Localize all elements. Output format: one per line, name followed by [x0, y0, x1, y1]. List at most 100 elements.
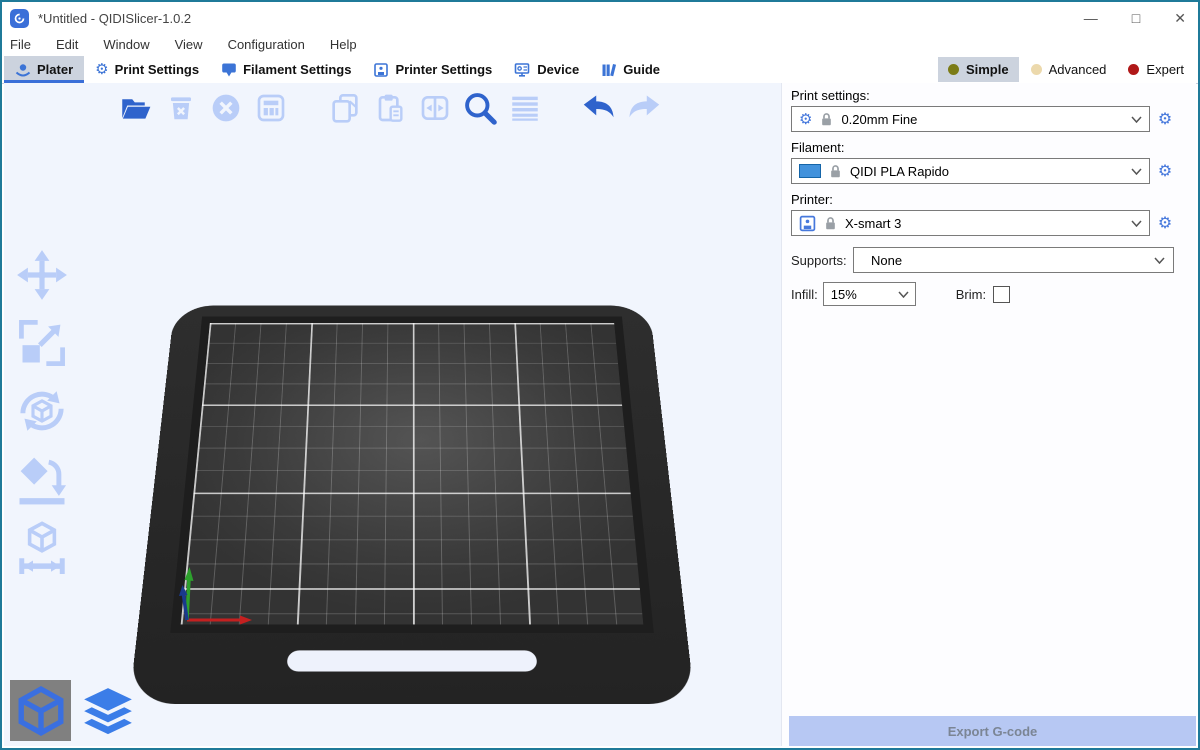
infill-label: Infill:: [791, 287, 818, 302]
open-folder-icon: [119, 93, 153, 123]
paste-button[interactable]: [370, 88, 410, 128]
brim-label: Brim:: [956, 287, 986, 302]
delete-button[interactable]: [161, 88, 201, 128]
infill-combo[interactable]: 15%: [823, 282, 916, 306]
window-title: *Untitled - QIDISlicer-1.0.2: [38, 11, 191, 26]
app-window: *Untitled - QIDISlicer-1.0.2 — □ ✕ File …: [0, 0, 1200, 750]
edit-printer-button[interactable]: ⚙: [1156, 215, 1174, 231]
menu-help[interactable]: Help: [330, 37, 357, 52]
simple-mode-dot-icon: [948, 64, 959, 75]
measure-button[interactable]: [13, 518, 71, 576]
print-settings-combo[interactable]: ⚙ 0.20mm Fine: [791, 106, 1150, 132]
gizmo-toolbar: [13, 246, 71, 576]
menu-configuration[interactable]: Configuration: [228, 37, 305, 52]
3d-viewport[interactable]: [4, 83, 781, 746]
mode-expert[interactable]: Expert: [1118, 57, 1194, 82]
chevron-down-icon: [898, 291, 909, 298]
lock-icon: [820, 112, 833, 127]
place-on-face-button[interactable]: [13, 450, 71, 508]
infill-value: 15%: [831, 287, 898, 302]
menu-view[interactable]: View: [175, 37, 203, 52]
menu-file[interactable]: File: [10, 37, 31, 52]
brim-checkbox[interactable]: [993, 286, 1010, 303]
redo-arrow-icon: [626, 91, 662, 125]
edit-filament-button[interactable]: ⚙: [1156, 163, 1174, 179]
advanced-mode-dot-icon: [1031, 64, 1042, 75]
layer-lines-icon: [508, 91, 542, 125]
bed-handle-slot: [287, 650, 538, 671]
move-arrows-icon: [16, 249, 68, 301]
printer-combo[interactable]: X-smart 3: [791, 210, 1150, 236]
editor-view-button[interactable]: [10, 680, 71, 741]
tab-print-settings[interactable]: ⚙ Print Settings: [84, 56, 210, 83]
filament-icon: [221, 62, 237, 78]
variable-layer-height-button[interactable]: [505, 88, 545, 128]
close-button[interactable]: ✕: [1174, 10, 1186, 27]
lock-icon: [824, 216, 837, 231]
preview-view-button[interactable]: [80, 683, 136, 741]
supports-label: Supports:: [791, 253, 851, 268]
lock-icon: [829, 164, 842, 179]
paste-icon: [374, 92, 406, 124]
print-settings-label: Print settings:: [791, 88, 1174, 103]
open-button[interactable]: [116, 88, 156, 128]
tab-guide[interactable]: Guide: [590, 56, 671, 83]
maximize-button[interactable]: □: [1132, 10, 1140, 27]
undo-arrow-icon: [581, 91, 617, 125]
printer-label: Printer:: [791, 192, 1174, 207]
split-to-objects-button[interactable]: [415, 88, 455, 128]
trash-x-icon: [166, 93, 196, 123]
mode-switcher: Simple Advanced Expert: [938, 56, 1194, 83]
profile-gear-icon: ⚙: [799, 112, 812, 127]
mode-advanced[interactable]: Advanced: [1021, 57, 1117, 82]
delete-all-button[interactable]: [206, 88, 246, 128]
cube-3d-view-icon: [16, 685, 66, 737]
scale-button[interactable]: [13, 314, 71, 372]
minimize-button[interactable]: —: [1084, 10, 1098, 27]
mode-simple[interactable]: Simple: [938, 57, 1019, 82]
filament-label: Filament:: [791, 140, 1174, 155]
qidi-logo-icon: [10, 9, 29, 28]
expert-mode-dot-icon: [1128, 64, 1139, 75]
menubar: File Edit Window View Configuration Help: [2, 32, 1198, 56]
filament-value: QIDI PLA Rapido: [850, 164, 1123, 179]
titlebar: *Untitled - QIDISlicer-1.0.2 — □ ✕: [2, 2, 1198, 32]
arrange-grid-icon: [255, 92, 287, 124]
chevron-down-icon: [1154, 257, 1165, 264]
measure-icon: [15, 520, 69, 574]
origin-axes-icon: [162, 557, 262, 637]
undo-button[interactable]: [579, 88, 619, 128]
gear-icon: ⚙: [95, 62, 108, 77]
device-icon: [514, 62, 531, 78]
printer-icon: [799, 215, 816, 232]
filament-color-swatch: [799, 164, 821, 178]
move-button[interactable]: [13, 246, 71, 304]
print-settings-value: 0.20mm Fine: [841, 112, 1123, 127]
circle-x-icon: [210, 92, 242, 124]
print-bed: [129, 306, 695, 704]
supports-combo[interactable]: None: [853, 247, 1174, 273]
chevron-down-icon: [1131, 220, 1142, 227]
tab-plater[interactable]: Plater: [4, 56, 84, 83]
search-button[interactable]: [460, 88, 500, 128]
tab-device[interactable]: Device: [503, 56, 590, 83]
redo-button[interactable]: [624, 88, 664, 128]
rotate-button[interactable]: [13, 382, 71, 440]
search-icon: [462, 90, 498, 126]
chevron-down-icon: [1131, 116, 1142, 123]
tab-printer-settings[interactable]: Printer Settings: [362, 56, 503, 83]
bed-plate: [129, 306, 695, 704]
export-gcode-button[interactable]: Export G-code: [789, 716, 1196, 746]
menu-window[interactable]: Window: [103, 37, 149, 52]
tab-filament-settings[interactable]: Filament Settings: [210, 56, 362, 83]
menu-edit[interactable]: Edit: [56, 37, 78, 52]
plater-icon: [15, 62, 31, 78]
tabbar: Plater ⚙ Print Settings Filament Setting…: [2, 56, 1198, 84]
edit-print-settings-button[interactable]: ⚙: [1156, 111, 1174, 127]
viewport-toolbar: [116, 88, 664, 128]
split-panes-icon: [419, 92, 451, 124]
filament-combo[interactable]: QIDI PLA Rapido: [791, 158, 1150, 184]
copy-button[interactable]: [325, 88, 365, 128]
arrange-button[interactable]: [251, 88, 291, 128]
place-on-face-icon: [15, 452, 69, 506]
